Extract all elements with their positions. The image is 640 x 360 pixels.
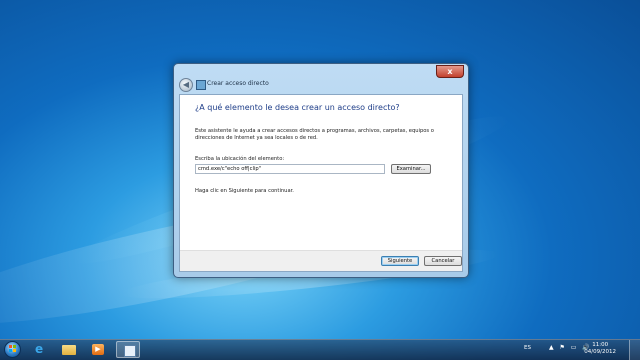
dialog-footer: Siguiente Cancelar [180, 250, 462, 271]
create-shortcut-dialog: x ◀ Crear acceso directo ¿A qué elemento… [173, 63, 469, 278]
browse-button[interactable]: Examinar... [391, 164, 431, 174]
folder-icon [62, 345, 76, 355]
shortcut-wizard-taskbar-button[interactable] [116, 341, 140, 358]
start-button[interactable] [4, 341, 21, 358]
show-desktop-button[interactable] [629, 340, 640, 360]
language-indicator[interactable]: ES [524, 345, 531, 351]
wizard-description: Este asistente le ayuda a crear accesos … [195, 128, 434, 141]
media-player-icon: ▶ [92, 344, 104, 355]
internet-explorer-icon: e [35, 342, 44, 356]
location-label: Escriba la ubicación del elemento: [195, 156, 285, 162]
dialog-title: Crear acceso directo [207, 80, 269, 87]
windows-logo-icon [9, 345, 12, 348]
clock-date: 04/09/2012 [584, 349, 616, 355]
title-bar[interactable]: x ◀ Crear acceso directo [174, 64, 468, 94]
continue-hint: Haga clic en Siguiente para continuar. [195, 188, 294, 194]
cancel-button[interactable]: Cancelar [424, 256, 462, 266]
shortcut-wizard-icon [124, 345, 136, 357]
wizard-content: ¿A qué elemento le desea crear un acceso… [179, 94, 463, 272]
location-input[interactable] [195, 164, 385, 174]
internet-explorer-button[interactable]: e [30, 341, 54, 358]
next-button[interactable]: Siguiente [381, 256, 419, 266]
clock[interactable]: 11:00 04/09/2012 [584, 342, 616, 356]
taskbar: e ▶ ES ▲ ⚑ ▭ 🔊 11:00 04/09/2012 [0, 339, 640, 360]
clock-time: 11:00 [592, 342, 609, 348]
file-explorer-button[interactable] [57, 341, 81, 358]
back-button[interactable]: ◀ [179, 78, 193, 92]
close-button[interactable]: x [436, 65, 464, 78]
shortcut-wizard-icon [196, 80, 206, 90]
wizard-heading: ¿A qué elemento le desea crear un acceso… [195, 103, 400, 112]
media-player-button[interactable]: ▶ [86, 341, 110, 358]
